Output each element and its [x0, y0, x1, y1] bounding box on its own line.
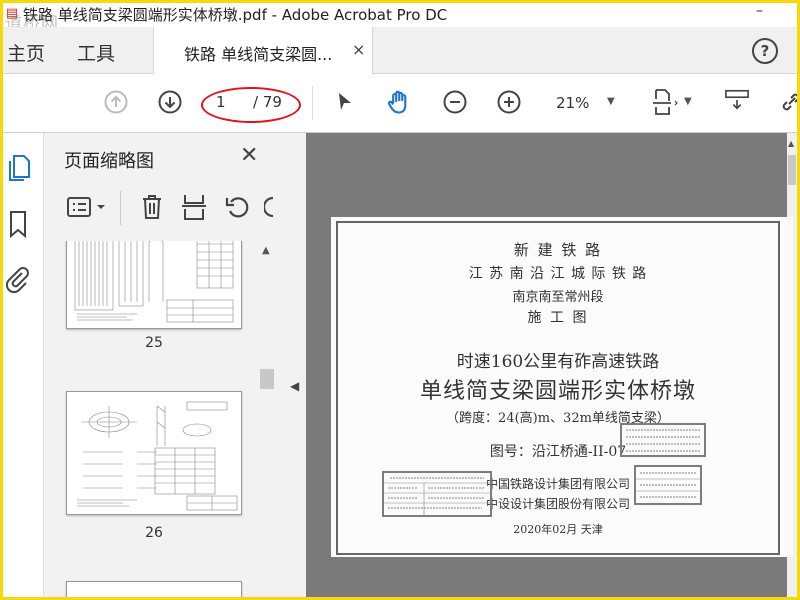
tab-document[interactable]: 铁路 单线简支梁圆... ×	[153, 27, 373, 74]
panel-close-icon[interactable]: ✕	[240, 143, 258, 168]
rotate-clockwise-icon[interactable]	[264, 194, 274, 220]
link-icon[interactable]	[779, 90, 797, 114]
zoom-in-icon[interactable]	[497, 90, 521, 114]
window-title: 铁路 单线简支梁圆端形实体桥墩.pdf - Adobe Acrobat Pro …	[23, 6, 448, 24]
thumbnail-list: 25 26	[44, 241, 264, 597]
tab-document-label: 铁路 单线简支梁圆...	[184, 45, 333, 64]
bookmark-icon[interactable]	[6, 209, 30, 239]
options-menu-icon[interactable]	[66, 195, 110, 219]
scroll-up-icon[interactable]: ▲	[788, 139, 794, 148]
toolbar-divider	[312, 86, 313, 120]
stamp-lines	[384, 477, 490, 515]
fit-page-icon[interactable]	[651, 87, 679, 117]
attachment-icon[interactable]	[4, 265, 32, 295]
panel-title: 页面缩略图	[64, 151, 154, 172]
page-thumbnail[interactable]	[66, 581, 242, 597]
scroll-mode-icon[interactable]	[723, 88, 751, 112]
chevron-down-icon[interactable]: ▼	[607, 96, 615, 107]
tab-home[interactable]: 主页	[7, 39, 45, 66]
rotate-counterclockwise-icon[interactable]	[225, 194, 251, 220]
pdf-page[interactable]: 新 建 铁 路 江 苏 南 沿 江 城 际 铁 路 南京南至常州段 施 工 图 …	[331, 217, 793, 557]
doc-line: 时速160公里有砟高速铁路	[456, 352, 660, 372]
select-cursor-icon[interactable]	[333, 90, 357, 114]
extract-pages-icon[interactable]	[181, 193, 207, 221]
thumbnail-drawing	[74, 241, 234, 323]
toolbar-divider	[120, 191, 121, 225]
help-icon[interactable]: ?	[752, 38, 778, 64]
doc-line: 江 苏 南 沿 江 城 际 铁 路	[468, 266, 648, 282]
stamp-lines	[636, 472, 700, 498]
navigation-rail	[3, 133, 44, 597]
thumbnail-page-number: 26	[145, 525, 163, 541]
title-bar: ▤ 铁路 单线简支梁圆端形实体桥墩.pdf - Adobe Acrobat Pr…	[3, 3, 797, 34]
thumbnail-toolbar	[44, 185, 284, 231]
stamp-lines	[626, 429, 700, 452]
drawing-border: 新 建 铁 路 江 苏 南 沿 江 城 际 铁 路 南京南至常州段 施 工 图 …	[336, 221, 780, 555]
hand-tool-icon[interactable]	[385, 88, 413, 116]
minimize-button[interactable]: –	[756, 3, 763, 19]
scrollbar-thumb[interactable]	[260, 369, 274, 389]
main-toolbar: 1 / 79 21% ▼ ▼	[3, 74, 797, 133]
page-thumbnail[interactable]	[66, 241, 242, 329]
delete-icon[interactable]	[140, 193, 164, 221]
panel-collapse-tab[interactable]: ◀	[284, 133, 306, 597]
page-thumbnail[interactable]	[66, 391, 242, 515]
zoom-level-select[interactable]: 21%	[556, 94, 589, 112]
thumbnail-scrollbar[interactable]: ▲	[258, 241, 276, 597]
red-annotation-ellipse	[201, 87, 301, 123]
doc-line: 图号：沿江桥通-II-07	[489, 444, 627, 460]
doc-line: 施 工 图	[527, 310, 589, 326]
doc-line: 新 建 铁 路	[513, 241, 603, 259]
collapse-arrow-icon[interactable]: ◀	[290, 379, 299, 393]
acrobat-window: ▤ 铁路 单线简支梁圆端形实体桥墩.pdf - Adobe Acrobat Pr…	[3, 3, 797, 597]
approval-stamp	[634, 465, 702, 505]
tab-bar: 主页 工具 铁路 单线简支梁圆... × ?	[3, 27, 797, 74]
previous-page-icon[interactable]	[104, 90, 128, 114]
scrollbar-thumb[interactable]	[788, 155, 796, 185]
zoom-out-icon[interactable]	[443, 90, 467, 114]
tab-close-icon[interactable]: ×	[352, 40, 365, 59]
doc-line: 2020年02月 天津	[513, 523, 603, 536]
doc-line: （跨度：24(高)m、32m单线简支梁）	[446, 411, 670, 426]
tab-tools[interactable]: 工具	[77, 39, 115, 66]
page-thumbnails-icon[interactable]	[6, 153, 32, 183]
chevron-down-icon[interactable]: ▼	[684, 96, 692, 107]
approval-stamp	[382, 471, 492, 517]
thumbnail-page-number: 25	[145, 335, 163, 351]
page-thumbnails-panel: 页面缩略图 ✕ 25 26 ▲	[44, 133, 285, 597]
doc-line: 南京南至常州段	[512, 290, 604, 305]
thumbnail-drawing	[77, 401, 238, 511]
approval-stamp	[620, 423, 706, 457]
doc-line: 单线简支梁圆端形实体桥墩	[419, 379, 696, 404]
next-page-icon[interactable]	[158, 90, 182, 114]
scroll-up-icon[interactable]: ▲	[262, 245, 270, 256]
document-viewer[interactable]: ▲ 新 建 铁 路 江 苏 南 沿 江 城 际 铁 路 南京南至常州段 施 工 …	[306, 133, 797, 597]
